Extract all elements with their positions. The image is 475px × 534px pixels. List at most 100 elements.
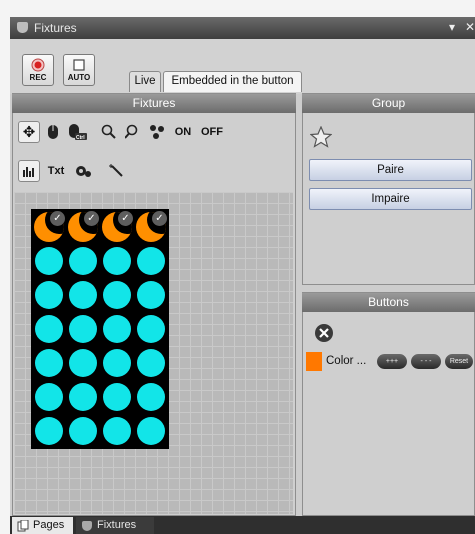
fixture-cell[interactable] [100, 414, 134, 448]
fixture-cell[interactable] [134, 244, 168, 278]
tab-embedded-in-the-button[interactable]: Embedded in the button [163, 71, 302, 92]
fixture-cell[interactable]: ✓ [134, 210, 168, 244]
fixture-cyan-icon [103, 417, 131, 445]
reset-pill-button[interactable]: Reset [445, 354, 473, 369]
buttons-panel-title: Buttons [302, 293, 475, 312]
fixture-cyan-icon [35, 417, 63, 445]
pin-icon[interactable]: ▾ [449, 20, 455, 34]
on-button[interactable]: ON [170, 121, 196, 143]
fixture-cyan-icon [137, 315, 165, 343]
fixture-cell[interactable] [66, 346, 100, 380]
fixture-cyan-icon [137, 247, 165, 275]
fixture-cell[interactable] [32, 278, 66, 312]
fixture-cell[interactable] [66, 414, 100, 448]
tab-pages-label: Pages [33, 519, 65, 531]
settings-gear-icon[interactable] [72, 160, 94, 182]
fixture-cyan-icon [35, 349, 63, 377]
fixture-cell[interactable] [66, 312, 100, 346]
fixture-cyan-icon [103, 315, 131, 343]
fixture-cyan-icon [103, 383, 131, 411]
window-title: Fixtures [34, 21, 77, 35]
fixture-cyan-icon [69, 247, 97, 275]
zoom-in-icon[interactable] [98, 121, 120, 143]
fixture-cyan-icon [69, 315, 97, 343]
auto-button[interactable]: AUTO [63, 54, 95, 86]
txt-button[interactable]: Txt [43, 160, 69, 182]
fixture-cyan-icon [35, 247, 63, 275]
fixture-cell[interactable] [32, 244, 66, 278]
fixture-cell[interactable] [134, 414, 168, 448]
fixture-cell[interactable] [32, 380, 66, 414]
fixture-cell[interactable] [32, 312, 66, 346]
group-impaire-button[interactable]: Impaire [309, 188, 472, 210]
fixture-cyan-icon [103, 349, 131, 377]
fixture-cell[interactable] [32, 414, 66, 448]
fixture-cell[interactable] [100, 346, 134, 380]
fixture-cyan-icon [35, 315, 63, 343]
tab-fixtures[interactable]: Fixtures [76, 517, 154, 534]
fixture-icon [82, 521, 92, 531]
selected-check-icon: ✓ [50, 211, 65, 226]
minus-pill-button[interactable]: - - - [411, 354, 441, 369]
fixture-cyan-icon [137, 383, 165, 411]
magic-wand-icon[interactable] [106, 160, 128, 182]
group-panel-title: Group [302, 94, 475, 113]
fixture-cyan-icon [69, 417, 97, 445]
fixtures-toolbar-row2: Txt [18, 160, 128, 182]
window-icon [17, 22, 28, 33]
selected-check-icon: ✓ [84, 211, 99, 226]
bottom-tab-bar: Pages Fixtures [10, 516, 475, 534]
rec-label: REC [29, 73, 47, 82]
off-button[interactable]: OFF [198, 121, 226, 143]
record-icon [31, 58, 45, 72]
fixture-cell[interactable] [66, 380, 100, 414]
fixture-cyan-icon [69, 281, 97, 309]
star-icon[interactable] [310, 126, 332, 148]
fixture-cell[interactable] [66, 278, 100, 312]
fixture-cell[interactable] [100, 278, 134, 312]
group-paire-button[interactable]: Paire [309, 159, 472, 181]
button-item-label[interactable]: Color ... [326, 355, 366, 367]
close-icon[interactable]: ✕ [465, 20, 475, 34]
mouse-ctrl-icon[interactable]: Ctrl [66, 121, 88, 143]
fixtures-toolbar-row1: ✥ Ctrl ON OFF [18, 121, 226, 143]
fixture-cell[interactable] [134, 278, 168, 312]
zoom-out-icon[interactable] [122, 121, 144, 143]
fixture-cyan-icon [69, 383, 97, 411]
move-icon[interactable]: ✥ [18, 121, 40, 143]
fixture-cell[interactable] [134, 312, 168, 346]
fixture-cyan-icon [69, 349, 97, 377]
fixture-cyan-icon [137, 349, 165, 377]
fixture-cell[interactable]: ✓ [32, 210, 66, 244]
tab-pages[interactable]: Pages [12, 517, 73, 534]
pages-icon [17, 520, 29, 532]
level-bars-icon[interactable] [18, 160, 40, 182]
plus-pill-button[interactable]: +++ [377, 354, 407, 369]
fixture-cell[interactable]: ✓ [66, 210, 100, 244]
fixture-cell[interactable] [32, 346, 66, 380]
fixture-cell[interactable] [100, 244, 134, 278]
fixture-grid[interactable]: ✓ ✓ ✓ ✓ [31, 209, 169, 449]
tab-fixtures-label: Fixtures [97, 519, 137, 531]
fixture-cell[interactable] [66, 244, 100, 278]
mouse-icon[interactable] [42, 121, 64, 143]
button-color-swatch [306, 352, 322, 371]
fixture-cyan-icon [35, 281, 63, 309]
rec-button[interactable]: REC [22, 54, 54, 86]
selected-check-icon: ✓ [118, 211, 133, 226]
fixture-cyan-icon [103, 281, 131, 309]
fixtures-panel-title: Fixtures [12, 94, 296, 113]
selected-check-icon: ✓ [152, 211, 167, 226]
fixture-cell[interactable] [100, 312, 134, 346]
group-dots-icon[interactable] [146, 121, 168, 143]
fixture-cell[interactable] [134, 346, 168, 380]
tab-live[interactable]: Live [129, 71, 161, 92]
fixture-cell[interactable] [100, 380, 134, 414]
fixture-cyan-icon [35, 383, 63, 411]
fixture-cyan-icon [137, 417, 165, 445]
window-titlebar: Fixtures ▾ ✕ [10, 17, 475, 39]
fixture-cell[interactable] [134, 380, 168, 414]
close-circle-icon[interactable] [314, 323, 334, 343]
fixture-cyan-icon [103, 247, 131, 275]
fixture-cell[interactable]: ✓ [100, 210, 134, 244]
